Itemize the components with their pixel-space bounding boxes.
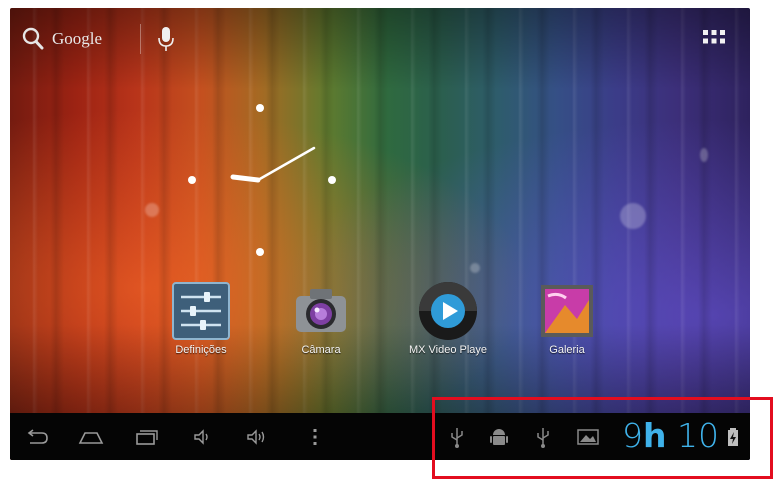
app-label: Câmara	[301, 344, 341, 356]
clock-tick-3	[328, 176, 336, 184]
settings-icon	[172, 282, 230, 340]
wallpaper-bokeh	[700, 148, 708, 162]
wallpaper-bokeh	[470, 263, 480, 273]
clock-minute-hand	[256, 146, 316, 182]
camera-icon	[296, 289, 346, 332]
app-galeria[interactable]: Galeria	[522, 280, 612, 356]
all-apps-icon[interactable]	[701, 26, 727, 52]
search-divider	[140, 24, 141, 54]
status-area-highlight	[432, 397, 773, 479]
volume-down-icon[interactable]	[190, 425, 216, 449]
google-search-bar[interactable]: Google	[22, 22, 172, 56]
app-mx-video-player[interactable]: MX Video Playe	[403, 280, 493, 356]
menu-icon[interactable]	[302, 425, 328, 449]
app-label: Galeria	[549, 344, 585, 356]
clock-hour-hand	[230, 174, 261, 183]
home-icon[interactable]	[78, 425, 104, 449]
clock-tick-6	[256, 248, 264, 256]
app-camara[interactable]: Câmara	[276, 280, 366, 356]
analog-clock-widget[interactable]	[188, 100, 348, 260]
volume-up-icon[interactable]	[244, 425, 270, 449]
gallery-icon	[541, 285, 593, 337]
wallpaper-bokeh	[145, 203, 159, 217]
app-definicoes[interactable]: Definições	[156, 280, 246, 356]
search-icon	[22, 27, 44, 50]
home-screen: Google Definições Câmara MX Video Playe …	[10, 8, 750, 460]
app-label: Definições	[175, 344, 227, 356]
wallpaper-vignette	[10, 8, 750, 460]
back-icon[interactable]	[24, 425, 50, 449]
wallpaper-bokeh	[620, 203, 646, 229]
play-icon	[419, 282, 477, 340]
google-search-label: Google	[52, 29, 103, 48]
recent-apps-icon[interactable]	[134, 425, 160, 449]
clock-tick-9	[188, 176, 196, 184]
clock-tick-12	[256, 104, 264, 112]
app-label: MX Video Playe	[408, 344, 488, 356]
voice-search-icon[interactable]	[155, 23, 177, 57]
